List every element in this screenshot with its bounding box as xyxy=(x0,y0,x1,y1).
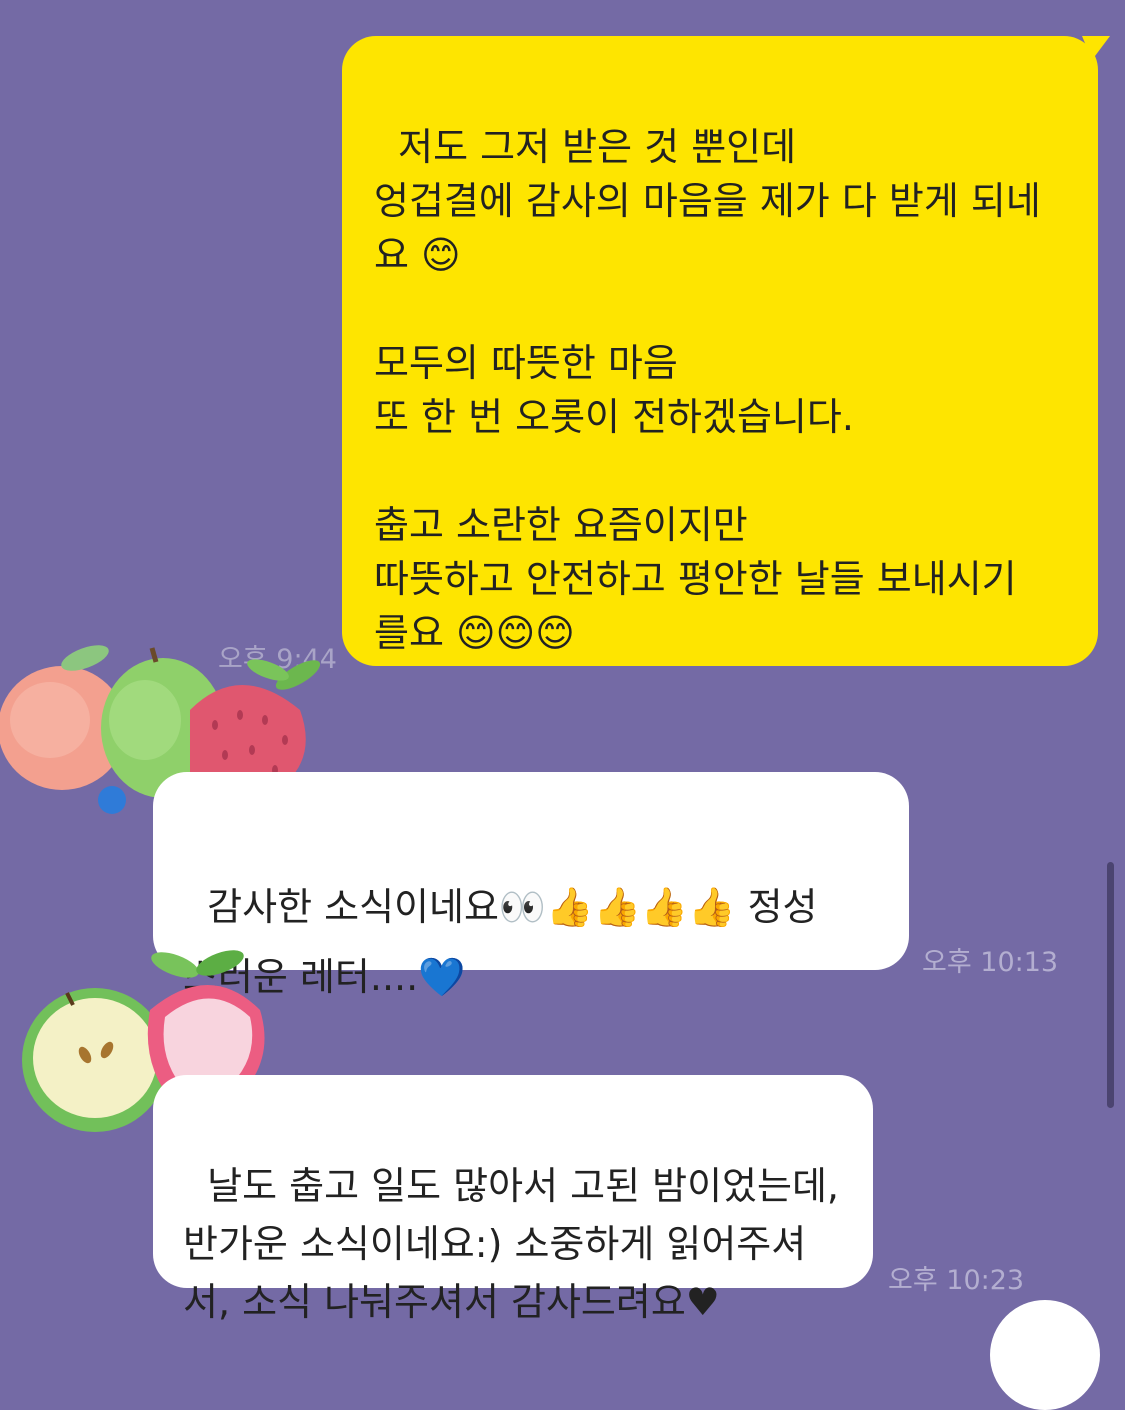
incoming-message-bubble[interactable]: 날도 춥고 일도 많아서 고된 밤이었는데, 반가운 소식이네요:) 소중하게 … xyxy=(153,1075,873,1324)
scrollbar[interactable] xyxy=(1107,862,1114,1108)
my-message-text: 저도 그저 받은 것 뿐인데 엉겁결에 감사의 마음을 제가 다 받게 되네 요… xyxy=(374,125,1041,655)
scroll-down-button[interactable] xyxy=(990,1300,1100,1410)
message-time: 오후 10:13 xyxy=(922,947,1059,978)
incoming-message-bubble[interactable]: 감사한 소식이네요👀👍👍👍👍 정성 스러운 레터....💙 xyxy=(153,772,909,999)
incoming-message-text: 날도 춥고 일도 많아서 고된 밤이었는데, 반가운 소식이네요:) 소중하게 … xyxy=(183,1164,840,1324)
bubble-tail xyxy=(1082,36,1110,60)
message-time: 오후 10:23 xyxy=(888,1265,1025,1296)
my-message-bubble[interactable]: 저도 그저 받은 것 뿐인데 엉겁결에 감사의 마음을 제가 다 받게 되네 요… xyxy=(342,36,1098,666)
incoming-message-text: 감사한 소식이네요👀👍👍👍👍 정성 스러운 레터....💙 xyxy=(183,885,818,999)
